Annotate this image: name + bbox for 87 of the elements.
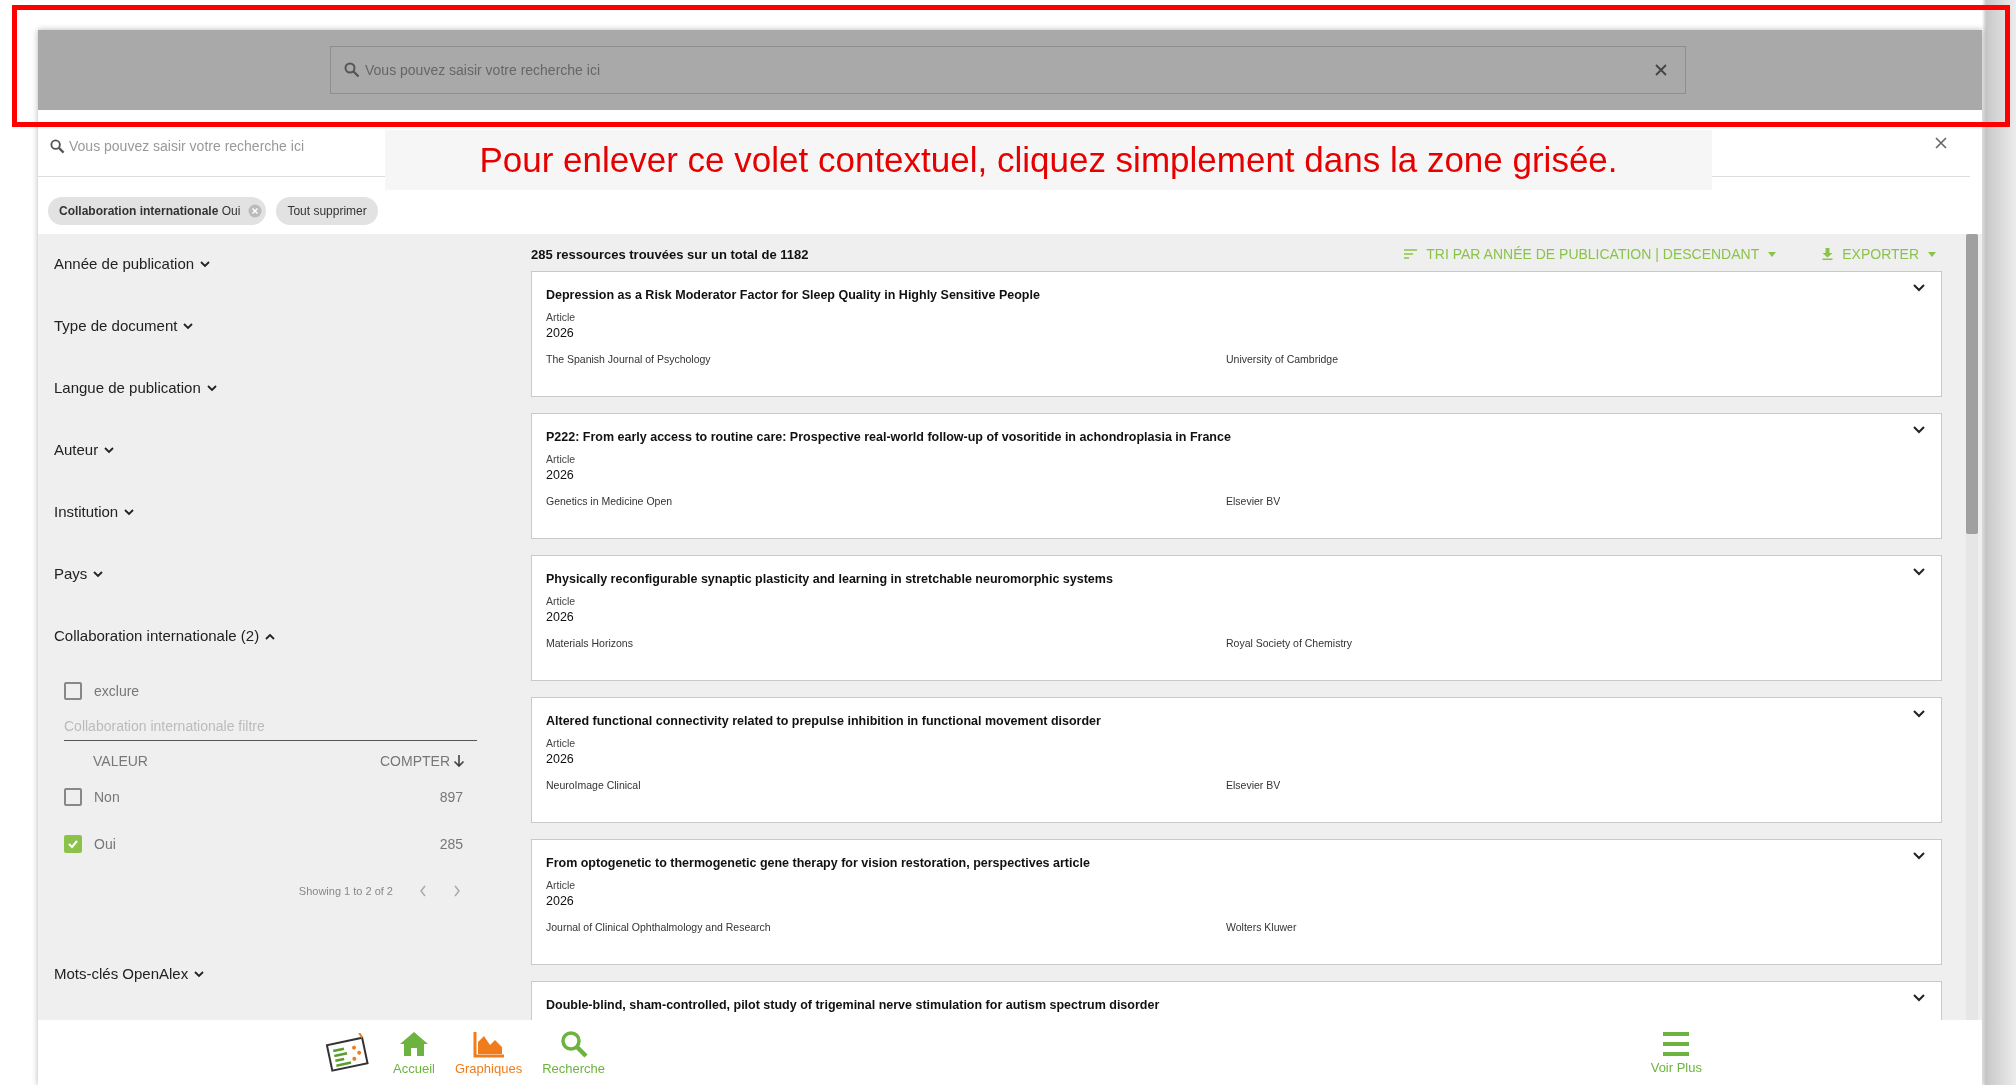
journal-name: Materials Horizons (546, 637, 634, 649)
search-icon (559, 1029, 588, 1058)
chevron-icon (104, 446, 115, 454)
checkbox[interactable] (64, 787, 82, 806)
chevron-icon (124, 508, 135, 516)
expand-icon[interactable] (1913, 284, 1925, 292)
sort-button[interactable]: COMPTER (380, 753, 465, 769)
arrow-down-icon (453, 754, 465, 768)
chevron-icon (206, 384, 217, 392)
result-title[interactable]: Altered functional connectivity related to prepulse inhibition in functional movement disorder (546, 714, 1101, 728)
overlay-band[interactable]: Vous pouvez saisir votre recherche ici (38, 30, 1982, 110)
publisher-name: Elsevier BV (1226, 495, 1281, 507)
caret-icon (1768, 251, 1777, 257)
download-icon (1822, 248, 1834, 260)
chevron-icon (194, 970, 205, 978)
search-field[interactable]: Vous pouvez saisir votre recherche ici (330, 46, 1686, 94)
document-type: Article (546, 311, 577, 323)
pagination-text: Showing 1 to 2 of 2 (298, 885, 393, 897)
close-icon[interactable] (1654, 63, 1668, 77)
checkbox[interactable] (64, 834, 82, 853)
result-title[interactable]: P222: From early access to routine care: Prospective real-world follow-up of vosoritide in achondroplasia in France (546, 430, 1231, 444)
facet-toggle[interactable]: Type de document (54, 312, 194, 338)
expand-icon[interactable] (1913, 852, 1925, 860)
publication-year: 2026 (546, 752, 575, 766)
facet-toggle[interactable]: Institution (54, 498, 135, 524)
result-title[interactable]: Physically reconfigurable synaptic plasticity and learning in stretchable neuromorphic systems (546, 572, 1113, 586)
document-type: Article (546, 737, 577, 749)
facet-toggle[interactable]: Collaboration internationale (2) (54, 622, 276, 648)
home-icon (398, 1029, 429, 1058)
publisher-name: Royal Society of Chemistry (1226, 637, 1353, 649)
results-count: 285 ressources trouvées sur un total de 1182 (531, 246, 809, 262)
chip-label: Collaboration internationale Oui (59, 204, 241, 218)
caret-icon (1928, 251, 1936, 257)
value-label: Non (94, 788, 120, 805)
count-text: 897 (439, 788, 463, 805)
result-title[interactable]: From optogenetic to thermogenetic gene therapy for vision restoration, perspectives article (546, 856, 1090, 870)
expand-icon[interactable] (1913, 426, 1925, 434)
chevron-icon (183, 322, 194, 330)
journal-name: The Spanish Journal of Psychology (546, 353, 712, 365)
facet-toggle[interactable]: Pays (54, 560, 104, 586)
publisher-name: Wolters Kluwer (1226, 921, 1297, 933)
document-type: Article (546, 595, 577, 607)
scrollbar[interactable] (1966, 234, 1978, 1020)
publisher-name: University of Cambridge (1226, 353, 1339, 365)
result-card[interactable]: Double-blind, sham-controlled, pilot study of trigeminal nerve stimulation for autism spectrum disorder (531, 981, 1942, 1020)
clear-all-button[interactable]: Tout supprimer (276, 197, 378, 225)
journal-name: Genetics in Medicine Open (546, 495, 674, 507)
chevron-icon (265, 632, 276, 640)
expand-icon[interactable] (1913, 994, 1925, 1002)
facet-toggle[interactable]: Auteur (54, 436, 115, 462)
document-type: Article (546, 453, 577, 465)
result-card[interactable]: From optogenetic to thermogenetic gene therapy for vision restoration, perspectives article Article 2026 Journal of Clinical Ophthalmology and Research Wolters Kluwer (531, 839, 1942, 965)
facet-toggle[interactable]: Mots-clés OpenAlex (54, 960, 205, 986)
menu-icon (1662, 1030, 1691, 1057)
publisher-name: Elsevier BV (1226, 779, 1281, 791)
facet-toggle[interactable]: Année de publication (54, 250, 211, 276)
result-card[interactable]: Depression as a Risk Moderator Factor for Sleep Quality in Highly Sensitive People Article 2026 The Spanish Journal of Psychology University of Cambridge (531, 271, 1942, 397)
journal-name: Journal of Clinical Ophthalmology and Research (546, 921, 772, 933)
result-card[interactable]: P222: From early access to routine care: Prospective real-world follow-up of vosoritide in achondroplasia in France Article 2026 Genetics in Medicine Open Elsevier BV (531, 413, 1942, 539)
result-card[interactable]: Altered functional connectivity related to prepulse inhibition in functional movement disorder Article 2026 NeuroImage Clinical Elsevier BV (531, 697, 1942, 823)
chevron-icon (200, 260, 211, 268)
facet-toggle[interactable]: Langue de publication (54, 374, 217, 400)
journal-name: NeuroImage Clinical (546, 779, 642, 791)
result-title[interactable]: Double-blind, sham-controlled, pilot study of trigeminal nerve stimulation for autism spectrum disorder (546, 998, 1160, 1012)
result-title[interactable]: Depression as a Risk Moderator Factor for Sleep Quality in Highly Sensitive People (546, 288, 1040, 302)
sort-icon (1404, 249, 1418, 259)
checkbox[interactable] (64, 682, 82, 700)
close-icon[interactable] (1934, 136, 1948, 150)
publication-year: 2026 (546, 894, 575, 908)
value-label: Oui (94, 835, 116, 852)
area-chart-icon (472, 1029, 505, 1058)
search-field[interactable]: Vous pouvez saisir votre recherche ici (50, 132, 370, 160)
chevron-icon (93, 570, 104, 578)
filter-chip[interactable]: Collaboration internationale Oui (48, 197, 267, 225)
result-card[interactable]: Physically reconfigurable synaptic plasticity and learning in stretchable neuromorphic systems Article 2026 Materials Horizons Royal Society of Chemistry (531, 555, 1942, 681)
checkbox-label: exclure (94, 683, 140, 699)
annotation-text: Pour enlever ce volet contextuel, cliquez simplement dans la zone grisée. (385, 130, 1712, 190)
publication-year: 2026 (546, 326, 575, 340)
publication-year: 2026 (546, 468, 575, 482)
document-type: Article (546, 879, 577, 891)
column-header: VALEUR (93, 753, 148, 769)
search-icon (344, 62, 360, 78)
expand-icon[interactable] (1913, 568, 1925, 576)
search-icon (50, 139, 65, 154)
count-text: 285 (439, 835, 463, 852)
expand-icon[interactable] (1913, 710, 1925, 718)
publication-year: 2026 (546, 610, 575, 624)
